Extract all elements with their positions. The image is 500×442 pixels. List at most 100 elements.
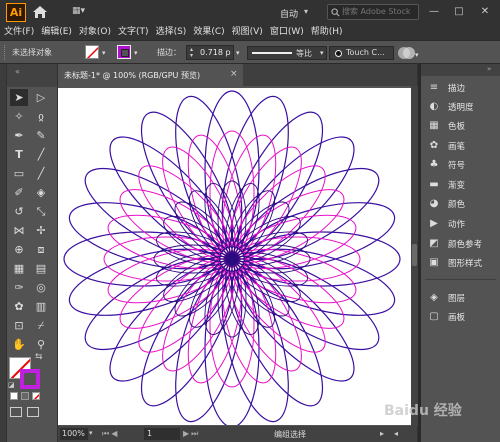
gradient-tool-icon[interactable]: ▤ — [32, 260, 50, 277]
chevron-down-icon[interactable]: ▾ — [236, 49, 240, 57]
screen-mode-icon[interactable] — [27, 407, 39, 417]
curvature-tool-icon[interactable]: ✎ — [32, 127, 50, 144]
maximize-button[interactable]: □ — [449, 3, 469, 21]
blend-tool-icon[interactable]: ◎ — [32, 279, 50, 296]
menu-window[interactable]: 窗口(W) — [270, 25, 304, 39]
menu-type[interactable]: 文字(T) — [118, 25, 149, 39]
rectangle-tool-icon[interactable]: ▭ — [10, 165, 28, 182]
shape-builder-tool-icon[interactable]: ⊕ — [10, 241, 28, 258]
chevron-down-icon[interactable]: ▾ — [304, 7, 308, 16]
stroke-weight-value[interactable]: 0.718 p — [200, 48, 231, 57]
panel-item-symbols[interactable]: ♣ 符号 — [421, 155, 500, 174]
status-menu-icon[interactable]: ▸ — [380, 429, 384, 438]
panel-item-brushes[interactable]: ✿ 画笔 — [421, 136, 500, 155]
chevron-down-icon[interactable]: ▾ — [134, 49, 138, 57]
fill-swatch[interactable] — [85, 45, 99, 59]
menu-help[interactable]: 帮助(H) — [311, 25, 343, 39]
eraser-tool-icon[interactable]: ◈ — [32, 184, 50, 201]
chevron-down-icon[interactable]: ▾ — [320, 49, 324, 57]
panel-item-graphic-styles[interactable]: ▣ 图形样式 — [421, 253, 500, 272]
stroke-weight-field[interactable]: ▴ ▾ 0.718 p — [186, 45, 234, 60]
gradient-mode-icon[interactable] — [21, 392, 29, 400]
rotate-tool-icon[interactable]: ↺ — [10, 203, 28, 220]
paintbrush-tool-icon[interactable]: ╱ — [32, 165, 50, 182]
grip-handle[interactable] — [4, 45, 7, 60]
artboard[interactable] — [58, 88, 411, 428]
color-mode-icon[interactable] — [10, 392, 18, 400]
stroke-weight-label[interactable]: 描边： — [157, 47, 181, 58]
panel-item-layers[interactable]: ◈ 图层 — [421, 288, 500, 307]
slice-tool-icon[interactable]: ⌿ — [32, 317, 50, 334]
search-box[interactable] — [327, 4, 419, 20]
workspace-switcher[interactable]: 自动 — [280, 7, 298, 20]
minimize-button[interactable]: — — [424, 3, 444, 21]
artboard-number[interactable]: 1 — [144, 428, 180, 440]
spinner-arrows-icon[interactable]: ▴ ▾ — [190, 47, 193, 59]
panel-item-stroke[interactable]: ≡ 描边 — [421, 78, 500, 97]
panel-item-transparency[interactable]: ◐ 透明度 — [421, 97, 500, 116]
flower-center[interactable] — [226, 253, 238, 265]
scale-tool-icon[interactable]: ⤡ — [32, 203, 50, 220]
lasso-tool-icon[interactable]: ჲ — [32, 108, 50, 125]
eyedropper-tool-icon[interactable]: ✑ — [10, 279, 28, 296]
panel-item-swatches[interactable]: ▦ 色板 — [421, 116, 500, 135]
shaper-tool-icon[interactable]: ✐ — [10, 184, 28, 201]
close-tab-button[interactable]: × — [230, 69, 238, 79]
swap-colors-icon[interactable]: ⇆ — [35, 352, 43, 362]
panel-item-artboards[interactable]: ▢ 画板 — [421, 307, 500, 326]
symbol-sprayer-tool-icon[interactable]: ✿ — [10, 298, 28, 315]
menu-file[interactable]: 文件(F) — [4, 25, 34, 39]
scroll-left-icon[interactable]: ◂ — [394, 429, 398, 438]
status-text[interactable]: 编组选择 — [274, 429, 306, 440]
home-icon[interactable] — [32, 5, 48, 19]
next-last-artboard-icon[interactable]: ▶⏭ — [183, 429, 200, 439]
search-input[interactable] — [342, 7, 416, 16]
width-tool-icon[interactable]: ⋈ — [10, 222, 28, 239]
close-window-button[interactable]: ✕ — [475, 3, 495, 21]
collapse-icon[interactable]: « — [15, 67, 20, 76]
toolbar-header[interactable]: « — [7, 64, 57, 88]
first-prev-artboard-icon[interactable]: ⏮◀ — [102, 429, 119, 439]
menu-view[interactable]: 视图(V) — [232, 25, 263, 39]
variable-width-profile[interactable]: 等比 — [247, 46, 327, 60]
mesh-tool-icon[interactable]: ▦ — [10, 260, 28, 277]
collapse-icon[interactable]: » — [487, 65, 491, 73]
chevron-down-icon[interactable]: ▾ — [89, 429, 93, 437]
zoom-field[interactable]: 100% — [60, 428, 88, 440]
default-colors-icon[interactable]: ◪ — [8, 381, 15, 389]
vertical-scrollbar[interactable] — [411, 86, 418, 426]
pen-tool-icon[interactable]: ✒ — [10, 127, 28, 144]
line-tool-icon[interactable]: ╱ — [32, 146, 50, 163]
zoom-tool-icon[interactable]: ⚲ — [32, 336, 50, 353]
menu-object[interactable]: 对象(O) — [79, 25, 111, 39]
arrange-documents-icon[interactable]: ▦▾ — [72, 6, 98, 18]
selection-tool-icon[interactable]: ➤ — [10, 89, 28, 106]
menu-edit[interactable]: 编辑(E) — [41, 25, 72, 39]
column-graph-tool-icon[interactable]: ▥ — [32, 298, 50, 315]
panel-item-color[interactable]: ◕ 颜色 — [421, 194, 500, 213]
opacity-icon[interactable]: ▾ — [396, 45, 420, 61]
menu-effect[interactable]: 效果(C) — [193, 25, 224, 39]
flower-artwork[interactable] — [58, 88, 411, 428]
chevron-down-icon[interactable]: ▾ — [102, 49, 106, 57]
perspective-grid-tool-icon[interactable]: ⧈ — [32, 241, 50, 258]
hand-tool-icon[interactable]: ✋ — [10, 336, 28, 353]
tools-panel: ➤ ▷ ✧ ჲ ✒ ✎ T ╱ ▭ ╱ ✐ ◈ ↺ ⤡ ⋈ ✢ ⊕ ⧈ ▦ ▤ … — [7, 87, 57, 442]
scrollbar-thumb[interactable] — [412, 244, 417, 266]
document-tab[interactable]: 未标题-1* @ 100% (RGB/GPU 预览) × — [58, 64, 243, 86]
none-mode-icon[interactable] — [32, 392, 40, 400]
panel-item-gradient[interactable]: ▬ 渐变 — [421, 175, 500, 194]
magic-wand-tool-icon[interactable]: ✧ — [10, 108, 28, 125]
panel-item-actions[interactable]: ▶ 动作 — [421, 214, 500, 233]
type-tool-icon[interactable]: T — [10, 146, 28, 163]
panel-item-color-guide[interactable]: ◩ 颜色参考 — [421, 234, 500, 253]
stroke-swatch[interactable] — [117, 45, 131, 59]
puppet-warp-tool-icon[interactable]: ✢ — [32, 222, 50, 239]
direct-selection-tool-icon[interactable]: ▷ — [32, 89, 50, 106]
menu-select[interactable]: 选择(S) — [156, 25, 187, 39]
draw-mode-icon[interactable] — [10, 407, 22, 417]
stroke-color-icon[interactable] — [20, 369, 40, 389]
panel-dock-header[interactable]: » — [421, 64, 500, 76]
artboard-tool-icon[interactable]: ⊡ — [10, 317, 28, 334]
brush-definition[interactable]: Touch C... — [329, 46, 394, 60]
